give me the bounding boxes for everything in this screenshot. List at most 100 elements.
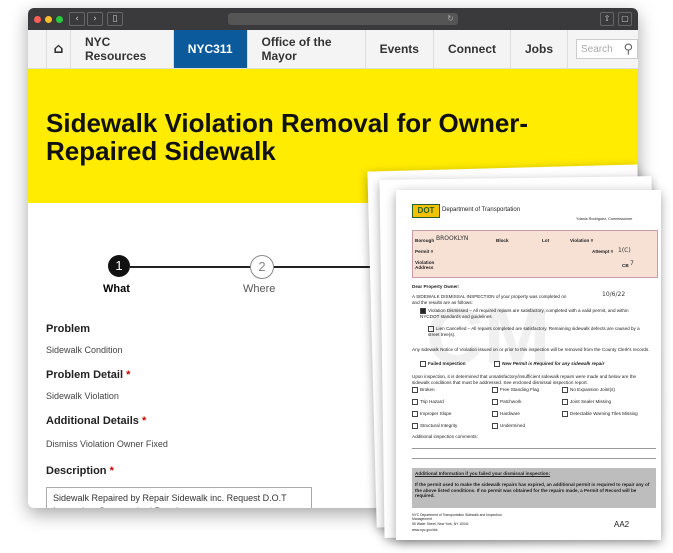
new-permit-option: New Permit is Required for any sidewalk …	[494, 361, 604, 367]
condition-checkbox	[492, 387, 498, 393]
borough-value: BROOKLYN	[436, 235, 469, 242]
lien-option: Lien Cancelled – All repairs completed a…	[428, 326, 650, 338]
nav-office-of-the-mayor[interactable]: Office of the Mayor	[248, 30, 366, 68]
window-controls	[34, 15, 63, 23]
failed-info-text: If the permit used to make the sidewalk …	[415, 482, 650, 498]
condition-checkbox	[492, 411, 498, 417]
description-label: Description *	[46, 465, 114, 477]
lot-label: Lot	[542, 238, 550, 243]
condition-item: Patchwork	[492, 399, 521, 405]
salutation: Dear Property Owner:	[412, 284, 460, 289]
cb-value: 7	[630, 260, 634, 267]
condition-item: Undermined	[492, 423, 525, 429]
back-arrow-icon[interactable]: ‹	[69, 12, 85, 26]
footer-org: NYC Department of Transportation Sidewal…	[412, 513, 502, 521]
attempt-label: Attempt #	[592, 249, 614, 254]
additional-details-label: Additional Details *	[46, 415, 146, 427]
nav-nyc311[interactable]: NYC311	[173, 30, 248, 68]
condition-item: Free Standing Flag	[492, 387, 539, 393]
search-placeholder: Search	[581, 43, 613, 55]
condition-label: Detectable Warning Tiles Missing	[570, 411, 638, 417]
condition-label: Improper Slope	[420, 411, 452, 417]
agency-name: Department of Transportation	[442, 207, 521, 213]
condition-checkbox	[562, 411, 568, 417]
condition-label: Joint Sealer Missing	[570, 399, 612, 405]
condition-item: Hardware	[492, 411, 520, 417]
lien-text: Lien Cancelled – All repairs completed a…	[428, 326, 640, 337]
required-mark: *	[109, 465, 114, 477]
maximize-window-button[interactable]	[56, 15, 63, 23]
condition-checkbox	[562, 399, 568, 405]
condition-item: Trip Hazard	[412, 399, 444, 405]
close-window-button[interactable]	[34, 15, 41, 23]
step-1-label: What	[103, 283, 130, 295]
attempt-value: 1(C)	[618, 247, 631, 254]
violation-number-label: Violation #	[570, 238, 594, 243]
condition-checkbox	[562, 387, 568, 393]
condition-label: Trip Hazard	[420, 399, 444, 405]
borough-label: Borough	[415, 238, 435, 243]
nav-jobs[interactable]: Jobs	[511, 30, 568, 68]
share-icon[interactable]: ⇧	[600, 12, 614, 26]
condition-checkbox	[492, 399, 498, 405]
cb-label: CB	[622, 263, 629, 268]
nav-nyc-resources[interactable]: NYC Resources	[71, 30, 174, 68]
page-title: Sidewalk Violation Removal for Owner-Rep…	[46, 108, 529, 166]
nav-connect[interactable]: Connect	[434, 30, 511, 68]
condition-item: Joint Sealer Missing	[562, 399, 611, 405]
step-2-label: Where	[243, 283, 276, 295]
upon-inspection-text: Upon inspection, it is determined that u…	[412, 374, 637, 385]
minimize-window-button[interactable]	[45, 15, 52, 23]
condition-checkbox	[412, 411, 418, 417]
comments-label: Additional inspection comments:	[412, 434, 478, 439]
site-search: Search ⚲	[576, 30, 638, 68]
toolbar-right: ⇧ ▢	[600, 12, 632, 26]
violation-address-label: Violation Address	[415, 260, 435, 270]
footer-site: www.nyc.gov/dot	[412, 528, 438, 532]
search-input[interactable]: Search ⚲	[576, 39, 638, 59]
comments-line	[412, 448, 656, 449]
forward-arrow-icon[interactable]: ›	[87, 12, 103, 26]
step-2-circle[interactable]: 2	[250, 255, 274, 279]
condition-checkbox	[412, 423, 418, 429]
required-mark: *	[141, 415, 147, 427]
condition-checkbox	[412, 387, 418, 393]
sidebar-toggle-icon[interactable]: ▯	[107, 12, 123, 26]
failed-checkbox	[420, 361, 426, 367]
dismissed-text: Violation Dismissed – All required repai…	[420, 308, 629, 319]
condition-label: Hardware	[500, 411, 520, 417]
condition-label: Free Standing Flag	[500, 387, 540, 393]
step-indicator: 1 2 What Where	[88, 249, 414, 309]
site-navigation: ⌂ NYC Resources NYC311 Office of the May…	[28, 30, 638, 69]
intro-text-2: and the results are as follows:	[412, 300, 473, 305]
step-1-circle[interactable]: 1	[108, 255, 130, 277]
dot-logo: DOT	[412, 204, 440, 218]
problem-detail-label: Problem Detail *	[46, 369, 130, 381]
form-code: AA2	[614, 520, 630, 529]
failed-text: Failed Inspection	[428, 361, 466, 367]
additional-details-value: Dismiss Violation Owner Fixed	[46, 439, 168, 449]
additional-details-label-text: Additional Details	[46, 415, 139, 427]
block-label: Block	[496, 238, 509, 243]
condition-label: Patchwork	[500, 399, 522, 405]
intro-text: A SIDEWALK DISMISSAL INSPECTION of your …	[412, 294, 567, 299]
condition-item: Detectable Warning Tiles Missing	[562, 411, 638, 417]
browser-toolbar: ‹ › ▯ ↻ ⇧ ▢	[28, 8, 638, 30]
search-icon[interactable]: ⚲	[623, 42, 633, 57]
permit-label: Permit #	[415, 249, 434, 254]
condition-label: Broken	[420, 387, 435, 393]
address-bar[interactable]: ↻	[228, 13, 458, 25]
home-icon[interactable]: ⌂	[46, 30, 71, 68]
problem-label: Problem	[46, 323, 91, 335]
reload-icon[interactable]: ↻	[447, 13, 454, 25]
new-permit-checkbox	[494, 361, 500, 367]
condition-item: Structural Integrity	[412, 423, 457, 429]
problem-value: Sidewalk Condition	[46, 345, 123, 355]
required-mark: *	[126, 369, 131, 381]
tabs-icon[interactable]: ▢	[618, 12, 632, 26]
condition-item: Improper Slope	[412, 411, 451, 417]
description-textarea[interactable]: Sidewalk Repaired by Repair Sidewalk inc…	[46, 487, 312, 508]
failed-info-title: Additional Information if you failed you…	[415, 471, 551, 476]
problem-detail-value: Sidewalk Violation	[46, 391, 119, 401]
nav-events[interactable]: Events	[366, 30, 434, 68]
